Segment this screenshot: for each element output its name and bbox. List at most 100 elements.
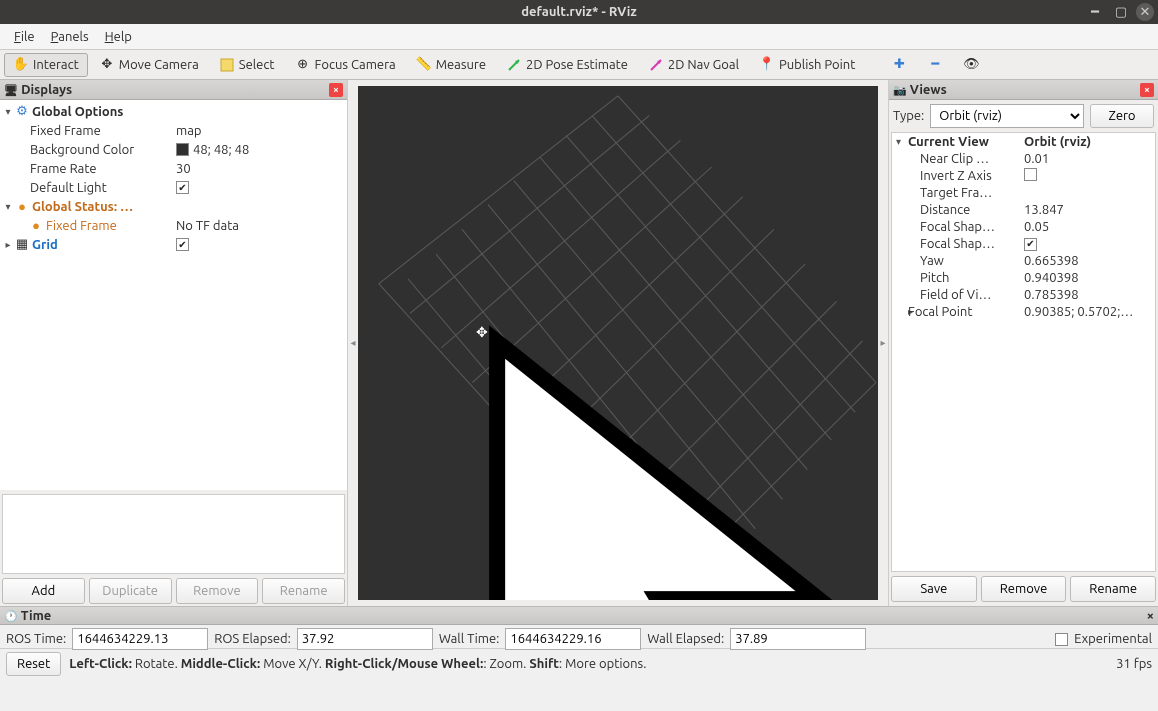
- fixed-frame-value[interactable]: map: [176, 124, 202, 138]
- menu-panels[interactable]: Panels: [43, 28, 97, 46]
- view-prop-checkbox[interactable]: [1024, 168, 1037, 181]
- plus-icon: ✚: [891, 57, 907, 73]
- tool-select[interactable]: Select: [210, 53, 284, 77]
- default-light-label: Default Light: [30, 181, 107, 195]
- eye-icon: 👁: [963, 57, 979, 73]
- toolbar: ✋ Interact ✥ Move Camera Select ⊕ Focus …: [0, 50, 1158, 80]
- view-prop-label: Pitch: [920, 271, 949, 285]
- tool-label: Focus Camera: [315, 58, 396, 72]
- rename-button[interactable]: Rename: [1070, 576, 1156, 602]
- select-icon: [219, 57, 235, 73]
- view-prop-value[interactable]: 0.665398: [1024, 254, 1079, 268]
- save-button[interactable]: Save: [891, 576, 977, 602]
- close-icon[interactable]: ×: [1140, 83, 1154, 97]
- view-prop-value[interactable]: 0.785398: [1024, 288, 1079, 302]
- tool-2d-pose-estimate[interactable]: 2D Pose Estimate: [497, 53, 637, 77]
- pink-arrow-icon: [648, 57, 664, 73]
- warning-icon: ●: [14, 200, 30, 214]
- views-header[interactable]: Views ×: [889, 80, 1158, 100]
- close-icon[interactable]: ×: [329, 83, 343, 97]
- green-arrow-icon: [506, 57, 522, 73]
- time-header[interactable]: Time ×: [0, 607, 1158, 625]
- tool-label: 2D Nav Goal: [668, 58, 739, 72]
- view-prop-value[interactable]: 13.847: [1024, 203, 1064, 217]
- statusbar: Reset Left-Click: Rotate. Middle-Click: …: [0, 648, 1158, 678]
- tool-measure[interactable]: 📏 Measure: [407, 53, 495, 77]
- tool-add[interactable]: ✚: [882, 53, 916, 77]
- tool-interact[interactable]: ✋ Interact: [4, 53, 88, 77]
- fixed-frame-status-value: No TF data: [176, 219, 239, 233]
- tool-2d-nav-goal[interactable]: 2D Nav Goal: [639, 53, 748, 77]
- view-prop-label: Invert Z Axis: [920, 169, 992, 183]
- minus-icon: ━: [927, 57, 943, 73]
- displays-header[interactable]: Displays ×: [0, 80, 347, 100]
- close-button[interactable]: ✕: [1136, 3, 1154, 21]
- panel-title: Time: [21, 609, 51, 623]
- mouse-hints: Left-Click: Rotate. Middle-Click: Move X…: [69, 657, 1108, 671]
- view-prop-value[interactable]: 0.90385; 0.5702;…: [1024, 305, 1133, 319]
- rename-button[interactable]: Rename: [262, 578, 345, 604]
- tool-publish-point[interactable]: 📍 Publish Point: [750, 53, 864, 77]
- menu-help[interactable]: Help: [97, 28, 140, 46]
- panel-title: Views: [910, 83, 947, 97]
- titlebar: default.rviz* - RViz ━ ▢ ✕: [0, 0, 1158, 24]
- wall-time-label: Wall Time:: [439, 632, 500, 646]
- view-type-select[interactable]: Orbit (rviz): [930, 104, 1084, 128]
- camera-icon: [893, 83, 907, 97]
- view-prop-label: Near Clip …: [920, 152, 989, 166]
- fixed-frame-status-label: Fixed Frame: [46, 219, 117, 233]
- tool-visibility[interactable]: 👁: [954, 53, 988, 77]
- remove-button[interactable]: Remove: [176, 578, 259, 604]
- remove-button[interactable]: Remove: [981, 576, 1067, 602]
- experimental-checkbox[interactable]: [1055, 633, 1068, 646]
- tool-remove[interactable]: ━: [918, 53, 952, 77]
- view-prop-value[interactable]: 0.05: [1024, 220, 1049, 234]
- ros-time-field[interactable]: [72, 628, 208, 650]
- view-prop-checkbox[interactable]: ✔: [1024, 238, 1037, 251]
- color-swatch[interactable]: [176, 143, 189, 156]
- view-prop-value[interactable]: 0.940398: [1024, 271, 1079, 285]
- displays-panel: Displays × ▾⚙Global Options Fixed Frame …: [0, 80, 348, 606]
- views-tree[interactable]: ▾Current View Orbit (rviz) Near Clip …0.…: [891, 132, 1156, 572]
- tool-label: Interact: [33, 58, 79, 72]
- default-light-checkbox[interactable]: ✔: [176, 181, 189, 194]
- gear-icon: ⚙: [14, 105, 30, 119]
- tool-move-camera[interactable]: ✥ Move Camera: [90, 53, 208, 77]
- displays-tree[interactable]: ▾⚙Global Options Fixed Frame map Backgro…: [0, 100, 347, 490]
- move-icon: ✥: [99, 57, 115, 73]
- hand-icon: ✋: [13, 57, 29, 73]
- close-icon[interactable]: ×: [1147, 609, 1154, 623]
- view-prop-label: Focal Point: [908, 305, 972, 319]
- window-title: default.rviz* - RViz: [521, 5, 637, 19]
- splitter-right[interactable]: ▸: [878, 80, 888, 606]
- tool-focus-camera[interactable]: ⊕ Focus Camera: [286, 53, 405, 77]
- panel-title: Displays: [21, 83, 72, 97]
- views-panel: Views × Type: Orbit (rviz) Zero ▾Current…: [888, 80, 1158, 606]
- view3d-container: ◂ ✥ ▸: [348, 80, 888, 606]
- add-button[interactable]: Add: [2, 578, 85, 604]
- wall-elapsed-label: Wall Elapsed:: [647, 632, 724, 646]
- menu-file[interactable]: File: [6, 28, 43, 46]
- pin-icon: 📍: [759, 57, 775, 73]
- zero-button[interactable]: Zero: [1090, 104, 1154, 128]
- tool-label: Measure: [436, 58, 486, 72]
- tool-label: Publish Point: [779, 58, 855, 72]
- wall-elapsed-field[interactable]: [730, 628, 866, 650]
- minimize-button[interactable]: ━: [1084, 3, 1106, 21]
- monitor-icon: [4, 83, 18, 97]
- wall-time-field[interactable]: [505, 628, 641, 650]
- bg-color-label: Background Color: [30, 143, 134, 157]
- splitter-left[interactable]: ◂: [348, 80, 358, 606]
- 3d-viewport[interactable]: ✥: [358, 86, 878, 600]
- view-prop-label: Focal Shap…: [920, 237, 995, 251]
- duplicate-button[interactable]: Duplicate: [89, 578, 172, 604]
- ros-elapsed-label: ROS Elapsed:: [214, 632, 291, 646]
- view-prop-value[interactable]: 0.01: [1024, 152, 1049, 166]
- bg-color-value[interactable]: 48; 48; 48: [193, 143, 249, 157]
- grid-checkbox[interactable]: ✔: [176, 238, 189, 251]
- frame-rate-value[interactable]: 30: [176, 162, 191, 176]
- reset-button[interactable]: Reset: [6, 652, 61, 676]
- ros-elapsed-field[interactable]: [297, 628, 433, 650]
- maximize-button[interactable]: ▢: [1110, 3, 1132, 21]
- time-panel: Time × ROS Time: ROS Elapsed: Wall Time:…: [0, 606, 1158, 648]
